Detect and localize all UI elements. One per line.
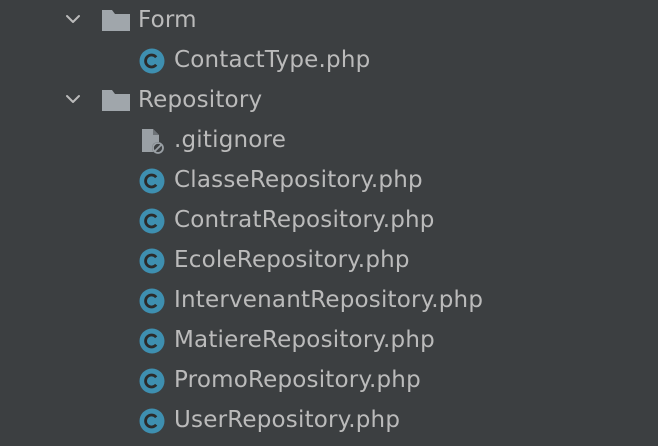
php-class-icon <box>138 247 166 275</box>
php-class-icon <box>138 367 166 395</box>
tree-file[interactable]: EcoleRepository.php <box>0 240 658 280</box>
project-tree: Form ContactType.php Repository .gitigno… <box>0 0 658 446</box>
chevron-down-icon[interactable] <box>62 9 84 31</box>
php-class-icon <box>138 207 166 235</box>
file-label: ClasseRepository.php <box>174 167 423 193</box>
tree-file[interactable]: UserRepository.php <box>0 400 658 440</box>
file-label: ContratRepository.php <box>174 207 435 233</box>
tree-file[interactable]: PromoRepository.php <box>0 360 658 400</box>
file-label: ContactType.php <box>174 47 371 73</box>
file-label: PromoRepository.php <box>174 367 421 393</box>
file-label: UserRepository.php <box>174 407 401 433</box>
tree-file[interactable]: ClasseRepository.php <box>0 160 658 200</box>
file-label: MatiereRepository.php <box>174 327 435 353</box>
chevron-down-icon[interactable] <box>62 89 84 111</box>
tree-file[interactable]: IntervenantRepository.php <box>0 280 658 320</box>
file-label: IntervenantRepository.php <box>174 287 484 313</box>
php-class-icon <box>138 47 166 75</box>
php-class-icon <box>138 407 166 435</box>
tree-file[interactable]: ContactType.php <box>0 40 658 80</box>
folder-label: Repository <box>138 87 263 113</box>
tree-file[interactable]: ContratRepository.php <box>0 200 658 240</box>
tree-folder-form[interactable]: Form <box>0 0 658 40</box>
php-class-icon <box>138 167 166 195</box>
tree-file[interactable]: MatiereRepository.php <box>0 320 658 360</box>
folder-icon <box>101 87 130 115</box>
folder-label: Form <box>138 7 197 33</box>
file-label: .gitignore <box>174 127 287 153</box>
tree-file[interactable]: .gitignore <box>0 120 658 160</box>
folder-icon <box>101 7 130 35</box>
ignore-file-icon <box>138 127 166 155</box>
php-class-icon <box>138 287 166 315</box>
file-label: EcoleRepository.php <box>174 247 410 273</box>
tree-folder-repository[interactable]: Repository <box>0 80 658 120</box>
php-class-icon <box>138 327 166 355</box>
